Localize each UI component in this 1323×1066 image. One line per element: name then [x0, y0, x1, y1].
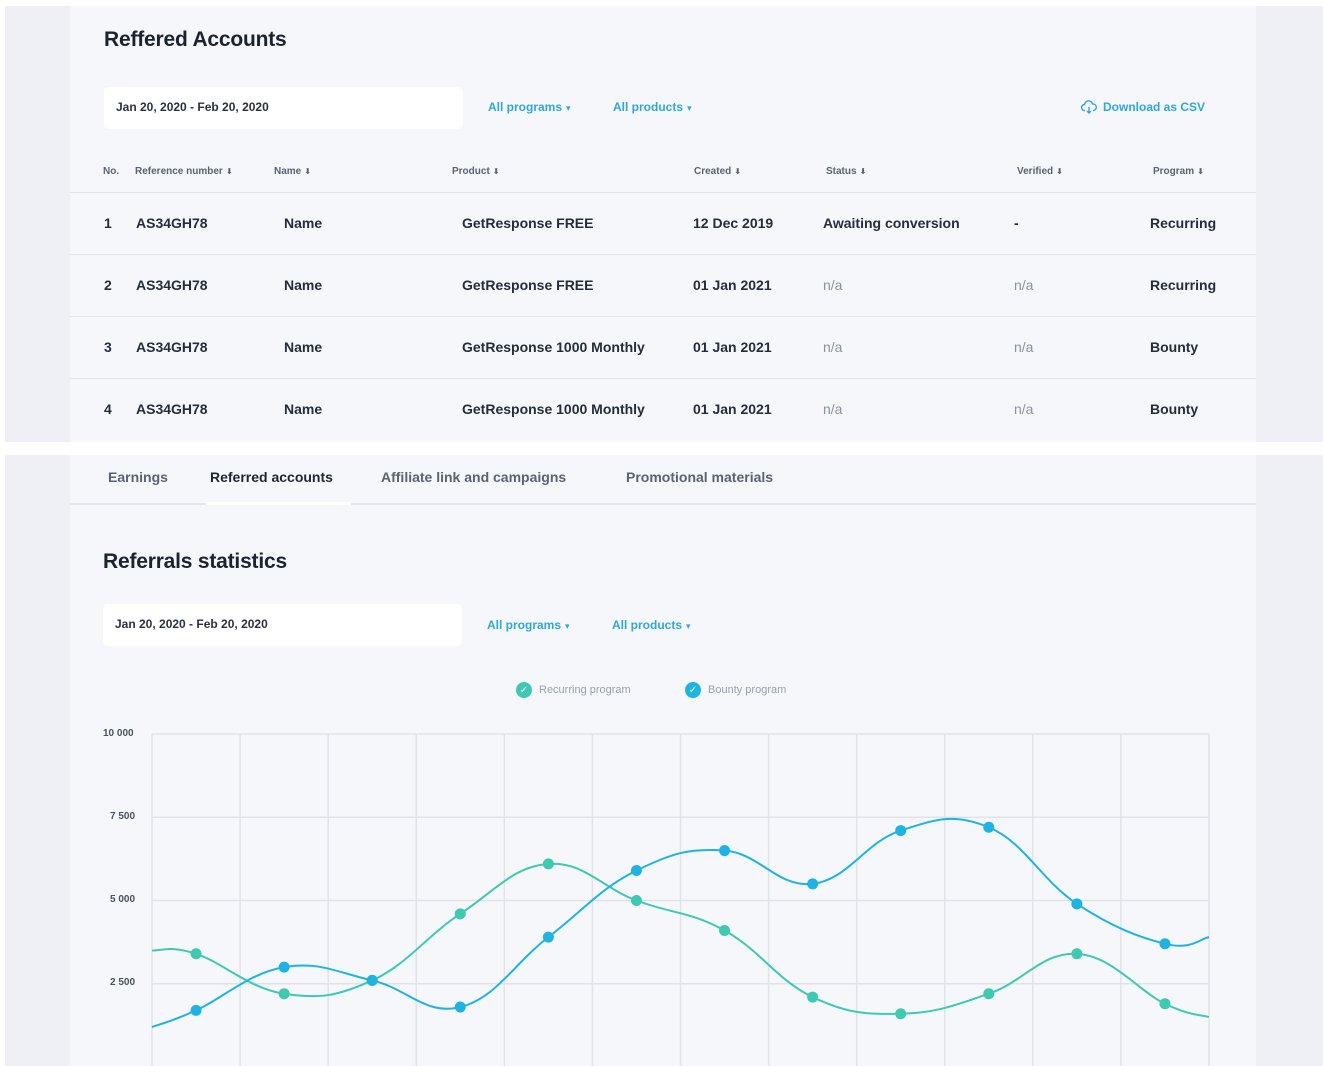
recurring-data-point	[719, 924, 731, 936]
sort-arrow-icon: ⬇	[1056, 167, 1063, 176]
cell-name: Name	[284, 215, 323, 231]
cell-name: Name	[284, 277, 323, 293]
recurring-data-point	[190, 948, 202, 960]
col-header-label: Reference number	[135, 166, 223, 177]
table-header: No. Reference number ⬇ Name ⬇ Product ⬇ Cre…	[70, 166, 1256, 192]
products-filter-dropdown[interactable]: All products ▾	[613, 100, 692, 114]
cell-program: Recurring	[1150, 277, 1217, 293]
sort-arrow-icon: ⬇	[304, 167, 311, 176]
date-range-input[interactable]: Jan 20, 2020 - Feb 20, 2020	[104, 87, 463, 129]
sort-arrow-icon: ⬇	[492, 167, 500, 176]
sort-arrow-icon: ⬇	[734, 167, 741, 176]
cell-product: GetResponse 1000 Monthly	[462, 339, 645, 355]
cell-name: Name	[284, 339, 323, 355]
cell-verified: -	[1014, 215, 1019, 231]
bounty-data-point	[366, 974, 378, 986]
bounty-data-point	[719, 845, 731, 857]
programs-filter-label: All programs	[488, 100, 563, 114]
cell-created: 01 Jan 2021	[693, 401, 772, 417]
table-row[interactable]: 2 AS34GH78 Name GetResponse FREE 01 Jan …	[70, 254, 1256, 316]
cell-no: 3	[104, 339, 112, 355]
table-row[interactable]: 3 AS34GH78 Name GetResponse 1000 Monthly…	[70, 316, 1256, 378]
sort-arrow-icon: ⬇	[859, 167, 867, 176]
referrals-statistics-panel: Earnings Referred accounts Affiliate lin…	[5, 455, 1323, 1066]
cell-no: 2	[104, 277, 112, 293]
cell-no: 1	[104, 215, 112, 231]
col-header-label: Created	[694, 166, 732, 177]
col-header-product[interactable]: Product ⬇	[452, 166, 499, 177]
cell-status: Awaiting conversion	[823, 215, 960, 231]
cell-verified: n/a	[1014, 277, 1034, 293]
col-header-label: No.	[103, 166, 120, 177]
cell-created: 01 Jan 2021	[693, 277, 772, 293]
cell-reference: AS34GH78	[136, 277, 208, 293]
col-header-status[interactable]: Status ⬇	[826, 166, 866, 177]
products-filter-label: All products	[613, 100, 684, 114]
recurring-data-point	[983, 988, 995, 1000]
cell-program: Bounty	[1150, 401, 1199, 417]
bounty-data-point	[278, 961, 290, 973]
col-header-label: Status	[826, 166, 857, 177]
cell-status: n/a	[823, 401, 843, 417]
referred-accounts-card: Reffered Accounts Jan 20, 2020 - Feb 20,…	[70, 6, 1256, 442]
col-header-no[interactable]: No.	[103, 166, 119, 177]
col-header-program[interactable]: Program ⬇	[1153, 166, 1204, 177]
bounty-data-point	[895, 825, 907, 837]
table-row[interactable]: 1 AS34GH78 Name GetResponse FREE 12 Dec …	[70, 192, 1256, 254]
col-header-label: Program	[1153, 166, 1195, 177]
cell-verified: n/a	[1014, 401, 1034, 417]
bounty-data-point	[1071, 898, 1083, 910]
col-header-reference[interactable]: Reference number ⬇	[135, 166, 233, 177]
cell-product: GetResponse FREE	[462, 277, 594, 293]
col-header-label: Name	[274, 166, 302, 177]
bounty-data-point	[807, 878, 819, 890]
recurring-data-point	[1071, 948, 1083, 960]
cell-name: Name	[284, 401, 323, 417]
col-header-label: Product	[452, 166, 490, 177]
cell-no: 4	[104, 401, 112, 417]
cell-created: 01 Jan 2021	[693, 339, 772, 355]
download-csv-button[interactable]: Download as CSV	[1081, 100, 1205, 114]
caret-down-icon: ▾	[687, 103, 692, 113]
cell-product: GetResponse FREE	[462, 215, 594, 231]
bounty-data-point	[1159, 938, 1171, 950]
sort-arrow-icon: ⬇	[1197, 167, 1204, 176]
cell-status: n/a	[823, 277, 843, 293]
cell-created: 12 Dec 2019	[693, 215, 774, 231]
bounty-data-point	[454, 1001, 466, 1013]
recurring-data-point	[1159, 998, 1171, 1010]
col-header-name[interactable]: Name ⬇	[274, 166, 311, 177]
cloud-download-icon	[1081, 100, 1097, 114]
cell-program: Recurring	[1150, 215, 1217, 231]
table-row[interactable]: 4 AS34GH78 Name GetResponse 1000 Monthly…	[70, 378, 1256, 440]
download-csv-label: Download as CSV	[1103, 100, 1206, 114]
recurring-data-point	[807, 991, 819, 1003]
recurring-data-point	[895, 1008, 907, 1020]
bounty-data-point	[630, 865, 642, 877]
col-header-verified[interactable]: Verified ⬇	[1017, 166, 1063, 177]
cell-reference: AS34GH78	[136, 339, 208, 355]
referrals-statistics-card: Earnings Referred accounts Affiliate lin…	[70, 455, 1256, 1066]
recurring-data-point	[542, 858, 554, 870]
caret-down-icon: ▾	[566, 103, 571, 113]
col-header-created[interactable]: Created ⬇	[694, 166, 741, 177]
cell-reference: AS34GH78	[136, 401, 208, 417]
programs-filter-dropdown[interactable]: All programs ▾	[488, 100, 571, 114]
cell-program: Bounty	[1150, 339, 1199, 355]
cell-verified: n/a	[1014, 339, 1034, 355]
referred-accounts-panel: Reffered Accounts Jan 20, 2020 - Feb 20,…	[5, 6, 1323, 442]
recurring-data-point	[454, 908, 466, 920]
referrals-line-chart	[151, 733, 1210, 1066]
sort-arrow-icon: ⬇	[225, 167, 233, 176]
cell-status: n/a	[823, 339, 843, 355]
bounty-data-point	[190, 1004, 202, 1016]
referred-accounts-title: Reffered Accounts	[104, 28, 287, 51]
bounty-data-point	[542, 931, 554, 943]
recurring-data-point	[278, 988, 290, 1000]
recurring-data-point	[630, 895, 642, 906]
col-header-label: Verified	[1017, 166, 1054, 177]
cell-product: GetResponse 1000 Monthly	[462, 401, 645, 417]
bounty-data-point	[983, 821, 995, 833]
cell-reference: AS34GH78	[136, 215, 208, 231]
